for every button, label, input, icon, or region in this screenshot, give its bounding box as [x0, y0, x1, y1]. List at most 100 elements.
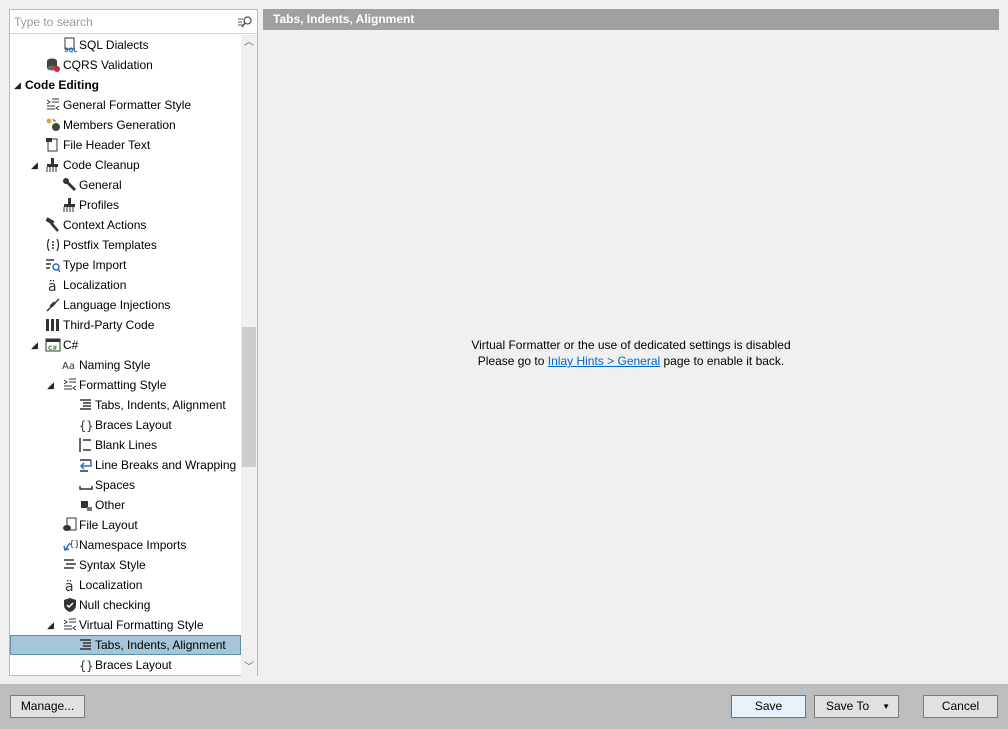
tree-item-type-import[interactable]: Type Import — [10, 255, 241, 275]
tree-item-general[interactable]: General — [10, 175, 241, 195]
tree-item-label: Language Injections — [63, 298, 171, 312]
scroll-down-icon[interactable]: ﹀ — [241, 660, 257, 676]
spaces-icon — [78, 477, 94, 493]
tree-item-file-layout[interactable]: File Layout — [10, 515, 241, 535]
tree-item-braces-layout[interactable]: {} Braces Layout — [10, 415, 241, 435]
tree-item-csharp[interactable]: ◢ C# C# — [10, 335, 241, 355]
expanded-arrow-icon[interactable]: ◢ — [47, 375, 59, 395]
tree-item-cqrs-validation[interactable]: CQRS Validation — [10, 55, 241, 75]
inlay-hints-link[interactable]: Inlay Hints > General — [548, 354, 660, 368]
tree-item-general-formatter-style[interactable]: General Formatter Style — [10, 95, 241, 115]
tree-item-localization[interactable]: ä Localization — [10, 275, 241, 295]
search-input[interactable] — [14, 13, 234, 31]
tree-item-formatting-style[interactable]: ◢ Formatting Style — [10, 375, 241, 395]
tabs-indents-icon — [78, 637, 94, 653]
tree-item-spaces[interactable]: Spaces — [10, 475, 241, 495]
tree-item-label: General — [79, 178, 122, 192]
localization-icon: ä — [62, 577, 78, 595]
tree-item-virtual-braces-layout[interactable]: {} Braces Layout — [10, 655, 241, 675]
save-to-label: Save To — [826, 699, 870, 713]
tree-item-other[interactable]: Other — [10, 495, 241, 515]
tree-item-context-actions[interactable]: Context Actions — [10, 215, 241, 235]
dialog-button-bar: Manage... Save Save To ▼ Cancel — [0, 684, 1008, 729]
svg-text:ä: ä — [48, 279, 57, 293]
tree-item-label: Context Actions — [63, 218, 147, 232]
tree-item-tabs-indents-alignment[interactable]: Tabs, Indents, Alignment — [10, 395, 241, 415]
tree-item-label: Virtual Formatting Style — [79, 618, 204, 632]
naming-style-icon: Aa — [62, 357, 78, 373]
braces-icon: {} — [78, 657, 94, 673]
formatter-style-icon — [62, 377, 78, 393]
tree-item-profiles[interactable]: Profiles — [10, 195, 241, 215]
tree-item-label: Code Cleanup — [63, 158, 140, 172]
sql-icon: SQL — [62, 37, 78, 54]
tree-item-label: Braces Layout — [95, 418, 172, 432]
tree-item-naming-style[interactable]: Aa Naming Style — [10, 355, 241, 375]
tree-item-sql-dialects[interactable]: SQL SQL Dialects — [10, 35, 241, 55]
tree-item-virtual-formatting-style[interactable]: ◢ Virtual Formatting Style — [10, 615, 241, 635]
injection-icon — [45, 297, 61, 313]
tree-item-file-header-text[interactable]: File Header Text — [10, 135, 241, 155]
tree-item-label: Braces Layout — [95, 658, 172, 672]
search-options-icon[interactable] — [237, 14, 253, 30]
broom-icon — [45, 157, 61, 173]
tree-item-members-generation[interactable]: Members Generation — [10, 115, 241, 135]
csharp-icon: C# — [45, 337, 61, 353]
tree-item-label: Namespace Imports — [79, 538, 187, 552]
expanded-arrow-icon[interactable]: ◢ — [31, 155, 43, 175]
svg-text:C#: C# — [48, 345, 57, 352]
tree-item-label: Other — [95, 498, 126, 512]
formatter-style-icon — [45, 97, 61, 113]
tree-item-syntax-style[interactable]: Syntax Style — [10, 555, 241, 575]
formatter-style-icon — [62, 617, 78, 633]
cancel-button[interactable]: Cancel — [923, 695, 998, 718]
dropdown-arrow-icon: ▼ — [882, 702, 890, 711]
wrench-icon — [62, 177, 78, 193]
tree-item-label: Tabs, Indents, Alignment — [95, 638, 226, 652]
tree-item-blank-lines[interactable]: Blank Lines — [10, 435, 241, 455]
save-to-button[interactable]: Save To ▼ — [814, 695, 899, 718]
tree-item-label: Blank Lines — [95, 438, 158, 452]
svg-text:{}: {} — [79, 419, 93, 433]
svg-text:Aa: Aa — [62, 361, 75, 372]
tree-item-label: Localization — [79, 578, 143, 592]
disabled-message-line1: Virtual Formatter or the use of dedicate… — [471, 338, 791, 352]
scroll-thumb[interactable] — [242, 327, 256, 467]
tree-item-label: Syntax Style — [79, 558, 146, 572]
tree-item-line-breaks-wrapping[interactable]: Line Breaks and Wrapping — [10, 455, 241, 475]
tree-item-label: Members Generation — [63, 118, 176, 132]
tree-scrollbar[interactable]: ︿ ﹀ — [241, 35, 257, 676]
expanded-arrow-icon[interactable]: ◢ — [31, 335, 43, 355]
scroll-up-icon[interactable]: ︿ — [241, 35, 257, 51]
tree-item-postfix-templates[interactable]: Postfix Templates — [10, 235, 241, 255]
tree-item-label: Spaces — [95, 478, 136, 492]
message-suffix: page to enable it back. — [660, 354, 785, 368]
tree-item-label: SQL Dialects — [79, 38, 149, 52]
svg-text:ä: ä — [65, 579, 74, 593]
type-import-icon — [45, 257, 61, 273]
tree-item-label: Profiles — [79, 198, 120, 212]
tree-item-null-checking[interactable]: Null checking — [10, 595, 241, 615]
tree-item-localization-csharp[interactable]: ä Localization — [10, 575, 241, 595]
manage-button[interactable]: Manage... — [10, 695, 85, 718]
tree-item-third-party-code[interactable]: Third-Party Code — [10, 315, 241, 335]
file-layout-icon — [62, 517, 78, 533]
tree-item-code-editing[interactable]: ◢ Code Editing — [10, 75, 241, 95]
tree-item-code-cleanup[interactable]: ◢ Code Cleanup — [10, 155, 241, 175]
svg-text:{}: {} — [79, 659, 93, 673]
tree-item-virtual-tabs-indents-alignment[interactable]: Tabs, Indents, Alignment — [10, 635, 241, 655]
tree-item-label: General Formatter Style — [63, 98, 192, 112]
tree-item-namespace-imports[interactable]: {} Namespace Imports — [10, 535, 241, 555]
namespace-imports-icon: {} — [62, 537, 80, 553]
expanded-arrow-icon[interactable]: ◢ — [47, 615, 59, 635]
tree-item-label: Third-Party Code — [63, 318, 155, 332]
disabled-message-line2: Please go to Inlay Hints > General page … — [263, 353, 999, 369]
settings-tree: SQL SQL Dialects CQRS Validation ◢ Code … — [10, 35, 241, 675]
save-button[interactable]: Save — [731, 695, 806, 718]
tree-item-label: Postfix Templates — [63, 238, 157, 252]
tree-item-language-injections[interactable]: Language Injections — [10, 295, 241, 315]
tree-item-label: Localization — [63, 278, 127, 292]
tree-item-label: Formatting Style — [79, 378, 167, 392]
members-generation-icon — [45, 117, 61, 133]
tree-item-label: Line Breaks and Wrapping — [95, 458, 237, 472]
